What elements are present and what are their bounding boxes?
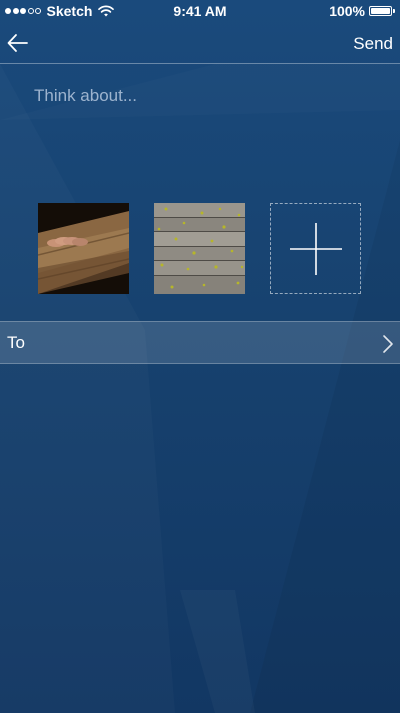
status-bar: Sketch 9:41 AM 100% — [0, 0, 400, 22]
nav-divider — [0, 63, 400, 64]
recipient-label: To — [7, 333, 25, 352]
plus-icon — [290, 223, 342, 275]
recipient-row[interactable]: To — [0, 321, 400, 364]
send-button[interactable]: Send — [353, 34, 393, 54]
attachment-photo-wood-plank[interactable] — [38, 203, 129, 294]
photo-wooden-deck-image — [154, 203, 245, 294]
navigation-bar: Send — [0, 22, 400, 64]
compose-text-input[interactable] — [34, 86, 374, 106]
chevron-right-icon — [383, 335, 393, 353]
battery-icon — [369, 6, 392, 16]
add-attachment-button[interactable] — [270, 203, 361, 294]
battery-level — [371, 8, 390, 14]
attachment-photo-wooden-deck[interactable] — [154, 203, 245, 294]
arrow-left-icon[interactable] — [6, 31, 30, 55]
battery-nub — [393, 9, 395, 13]
photo-wood-plank-image — [38, 203, 129, 294]
battery-percentage: 100% — [329, 3, 365, 19]
